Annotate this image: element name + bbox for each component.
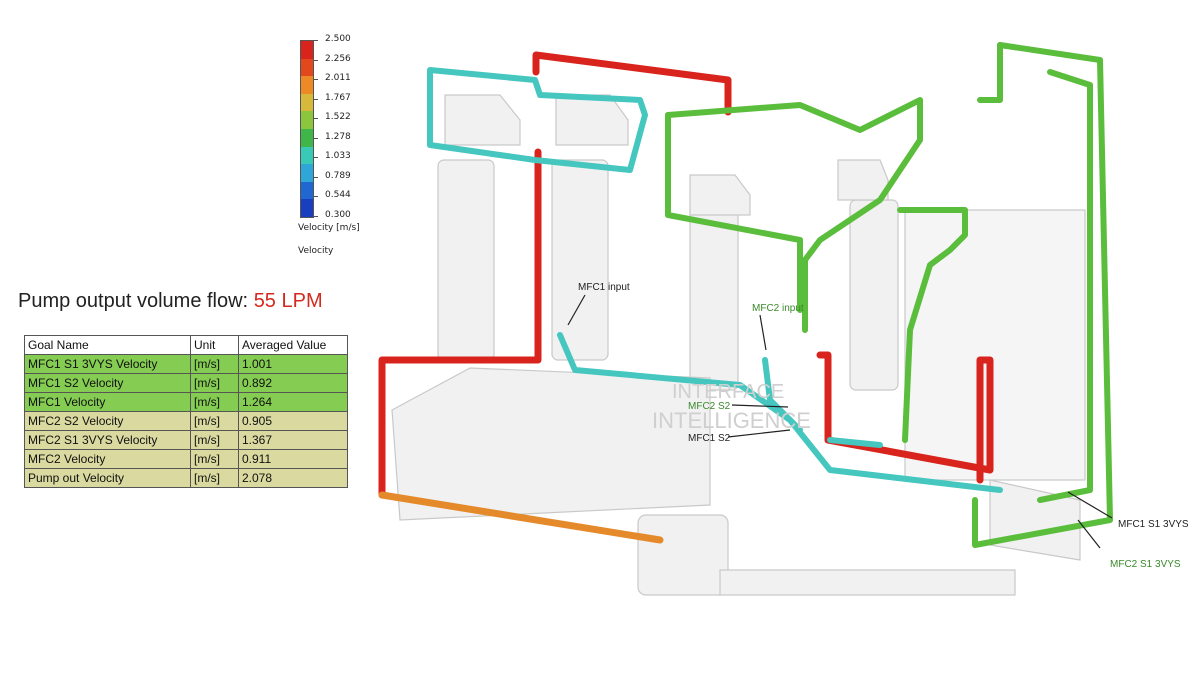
manifold-panel [904, 209, 1086, 481]
watermark-line2: INTELLIGENCE [652, 408, 811, 433]
pump-output-headline: Pump output volume flow: 55 LPM [18, 290, 323, 313]
legend-tick-label: 1.522 [325, 112, 351, 123]
bracket-left [444, 94, 521, 146]
equipment-shapes [391, 94, 1086, 596]
watermark-line1: INTERFACE [672, 381, 784, 403]
averaged-value-cell: 2.078 [238, 468, 348, 488]
legend-color-segment [301, 146, 313, 165]
headline-label: Pump output volume flow: [18, 290, 254, 312]
bracket-middle [555, 94, 629, 146]
table-row: MFC2 Velocity [m/s] 0.911 [24, 449, 348, 469]
bracket-center [689, 174, 751, 216]
label-mfc1-input: MFC1 input [578, 282, 630, 293]
pipe-right-green-top [977, 42, 1003, 103]
goals-table: Goal Name Unit Averaged Value MFC1 S1 3V… [24, 335, 348, 488]
table-row: Pump out Velocity [m/s] 2.078 [24, 468, 348, 488]
filter-housing-middle [551, 159, 609, 361]
goal-name-cell: MFC1 Velocity [24, 392, 191, 412]
legend-color-bar [300, 40, 314, 218]
legend-tick-label: 2.011 [325, 73, 351, 84]
legend-tick-label: 2.256 [325, 53, 351, 64]
legend-color-segment [301, 76, 313, 94]
legend-tick-label: 0.300 [325, 210, 351, 220]
legend-tick-mark [313, 59, 318, 61]
goal-name-cell: MFC1 S2 Velocity [24, 373, 191, 393]
table-row: MFC2 S1 3VYS Velocity [m/s] 1.367 [24, 430, 348, 450]
unit-cell: [m/s] [190, 392, 239, 412]
filter-housing-left [437, 159, 495, 361]
goal-name-cell: MFC2 Velocity [24, 449, 191, 469]
table-row: MFC1 S2 Velocity [m/s] 0.892 [24, 373, 348, 393]
filter-housing-right [849, 199, 899, 391]
goal-name-cell: MFC2 S2 Velocity [24, 411, 191, 431]
table-row: MFC1 S1 3VYS Velocity [m/s] 1.001 [24, 354, 348, 374]
label-mfc2-s2: MFC2 S2 [688, 401, 731, 412]
pipe-flow-diagram: INTERFACE INTELLIGENCE MFC1 input MFC2 i… [378, 42, 1189, 596]
legend-tick-label: 0.544 [325, 190, 351, 201]
col-header-unit: Unit [190, 335, 239, 355]
legend-tick-label: 0.789 [325, 170, 351, 181]
legend-tick-label: 1.033 [325, 151, 351, 162]
legend-tick-mark [313, 118, 318, 120]
table-header-row: Goal Name Unit Averaged Value [24, 335, 348, 355]
unit-cell: [m/s] [190, 468, 239, 488]
averaged-value-cell: 0.905 [238, 411, 348, 431]
legend-color-segment [301, 58, 313, 77]
label-mfc2-s1-3vys: MFC2 S1 3VYS [1110, 559, 1181, 570]
averaged-value-cell: 1.001 [238, 354, 348, 374]
legend-tick-mark [313, 98, 318, 100]
legend-tick-mark [313, 157, 318, 159]
legend-color-segment [301, 181, 313, 200]
legend-title: Velocity [298, 246, 334, 256]
tank-box [391, 367, 711, 521]
legend-tick-label: 2.500 [325, 34, 351, 44]
legend-tick-mark [313, 196, 318, 198]
legend-tick-mark [313, 40, 318, 41]
pump-body [637, 514, 729, 596]
goal-name-cell: MFC2 S1 3VYS Velocity [24, 430, 191, 450]
label-mfc1-s2: MFC1 S2 [688, 433, 731, 444]
legend-tick-label: 1.278 [325, 131, 351, 142]
unit-cell: [m/s] [190, 354, 239, 374]
averaged-value-cell: 0.911 [238, 449, 348, 469]
goals-table-body: MFC1 S1 3VYS Velocity [m/s] 1.001 MFC1 S2 V… [24, 354, 348, 488]
unit-cell: [m/s] [190, 449, 239, 469]
base-pipe [719, 569, 1016, 596]
col-header-averaged-value: Averaged Value [238, 335, 348, 355]
legend-unit-label: Velocity [m/s] [298, 223, 360, 233]
legend-color-segment [301, 164, 313, 182]
table-row: MFC1 Velocity [m/s] 1.264 [24, 392, 348, 412]
legend-color-segment [301, 111, 313, 129]
leader-mfc2-input [759, 314, 767, 351]
table-row: MFC2 S2 Velocity [m/s] 0.905 [24, 411, 348, 431]
legend-tick-mark [313, 216, 318, 217]
legend-color-segment [301, 199, 313, 217]
unit-cell: [m/s] [190, 411, 239, 431]
unit-cell: [m/s] [190, 373, 239, 393]
legend-color-segment [301, 41, 313, 59]
label-mfc1-s1-3vys: MFC1 S1 3VYS [1118, 519, 1189, 530]
legend-tick-mark [313, 79, 318, 81]
legend-color-segment [301, 129, 313, 147]
legend-tick-mark [313, 137, 318, 139]
goal-name-cell: Pump out Velocity [24, 468, 191, 488]
goal-name-cell: MFC1 S1 3VYS Velocity [24, 354, 191, 374]
headline-value: 55 LPM [253, 290, 323, 312]
label-mfc2-input: MFC2 input [752, 303, 804, 314]
legend-tick-mark [313, 176, 318, 178]
unit-cell: [m/s] [190, 430, 239, 450]
averaged-value-cell: 0.892 [238, 373, 348, 393]
legend-color-segment [301, 93, 313, 112]
averaged-value-cell: 1.367 [238, 430, 348, 450]
averaged-value-cell: 1.264 [238, 392, 348, 412]
legend-tick-label: 1.767 [325, 92, 351, 103]
col-header-goal-name: Goal Name [24, 335, 191, 355]
